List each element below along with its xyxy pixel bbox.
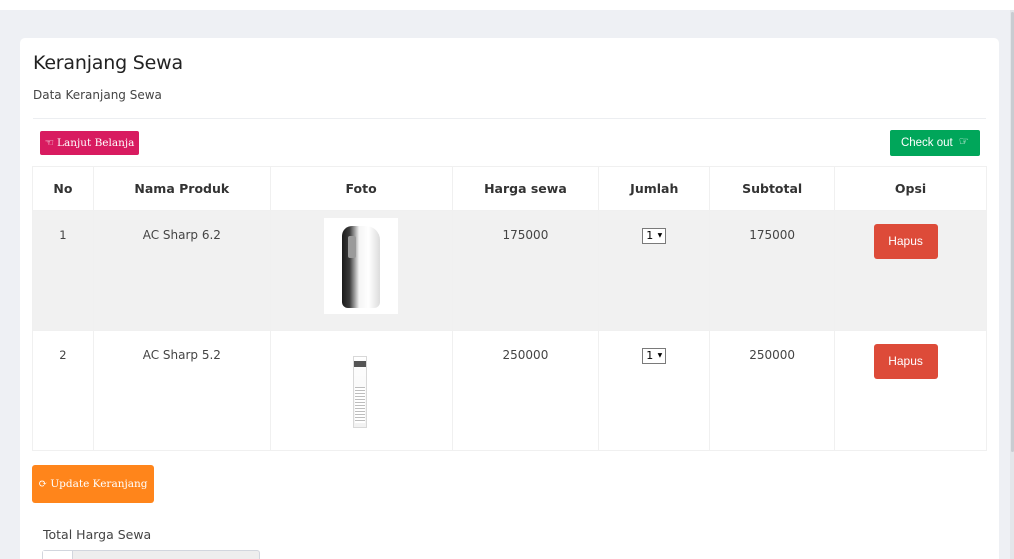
- portable-ac-image: [324, 218, 399, 314]
- product-name: AC Sharp 6.2: [92, 210, 271, 331]
- checkout-button[interactable]: Check out ☞: [890, 130, 980, 156]
- column-header-photo: Foto: [269, 166, 453, 211]
- page-title: Keranjang Sewa: [33, 52, 183, 74]
- quantity-select[interactable]: 1 ▼: [642, 347, 667, 364]
- chevron-down-icon: ▼: [657, 232, 663, 239]
- subtotal: 250000: [709, 330, 836, 451]
- row-number: 2: [32, 330, 94, 451]
- qty-cell: 1 ▼: [598, 330, 711, 451]
- quantity-value: 1: [646, 349, 654, 362]
- rental-price: 175000: [451, 210, 600, 331]
- cart-table: No Nama Produk Foto Harga sewa Jumlah Su…: [32, 166, 987, 451]
- product-name: AC Sharp 5.2: [92, 330, 271, 451]
- column-header-price: Harga sewa: [451, 166, 600, 211]
- header-divider: [33, 118, 986, 119]
- hand-left-icon: ☜: [44, 136, 54, 149]
- table-header-row: No Nama Produk Foto Harga sewa Jumlah Su…: [32, 166, 987, 211]
- chevron-down-icon: ▼: [657, 352, 663, 359]
- continue-shopping-button[interactable]: ☜ Lanjut Belanja: [40, 131, 139, 155]
- column-header-options: Opsi: [834, 166, 987, 211]
- top-strip: [0, 0, 1014, 10]
- update-cart-button[interactable]: ⟳ Update Keranjang: [32, 465, 154, 503]
- table-row: 1 AC Sharp 6.2 175000 1 ▼ 175000 Hapus: [32, 210, 987, 331]
- total-price-addon: [43, 551, 73, 559]
- total-price-field: [42, 550, 260, 559]
- options-cell: Hapus: [834, 210, 987, 331]
- quantity-value: 1: [646, 229, 654, 242]
- column-header-product: Nama Produk: [92, 166, 271, 211]
- column-header-subtotal: Subtotal: [709, 166, 836, 211]
- column-header-no: No: [32, 166, 94, 211]
- page-subtitle: Data Keranjang Sewa: [33, 88, 162, 102]
- column-header-qty: Jumlah: [598, 166, 711, 211]
- qty-cell: 1 ▼: [598, 210, 711, 331]
- quantity-select[interactable]: 1 ▼: [642, 227, 667, 244]
- row-number: 1: [32, 210, 94, 331]
- total-price-label: Total Harga Sewa: [43, 527, 152, 542]
- delete-button[interactable]: Hapus: [873, 224, 938, 259]
- checkout-label: Check out: [900, 137, 953, 149]
- standing-ac-unit: [353, 356, 368, 428]
- hand-right-icon: ☞: [958, 136, 970, 149]
- table-row: 2 AC Sharp 5.2 250000 1 ▼ 250000 Hapus: [32, 330, 987, 451]
- photo-cell: [269, 330, 453, 451]
- refresh-icon: ⟳: [38, 477, 48, 490]
- photo-cell: [269, 210, 453, 331]
- cart-card: Keranjang Sewa Data Keranjang Sewa ☜ Lan…: [20, 38, 999, 559]
- rental-price: 250000: [451, 330, 600, 451]
- options-cell: Hapus: [834, 330, 987, 451]
- continue-shopping-label: Lanjut Belanja: [57, 137, 135, 149]
- subtotal: 175000: [709, 210, 836, 331]
- update-cart-label: Update Keranjang: [50, 478, 148, 490]
- delete-button[interactable]: Hapus: [873, 344, 938, 379]
- standing-ac-image: [324, 338, 399, 434]
- portable-ac-unit: [342, 226, 381, 308]
